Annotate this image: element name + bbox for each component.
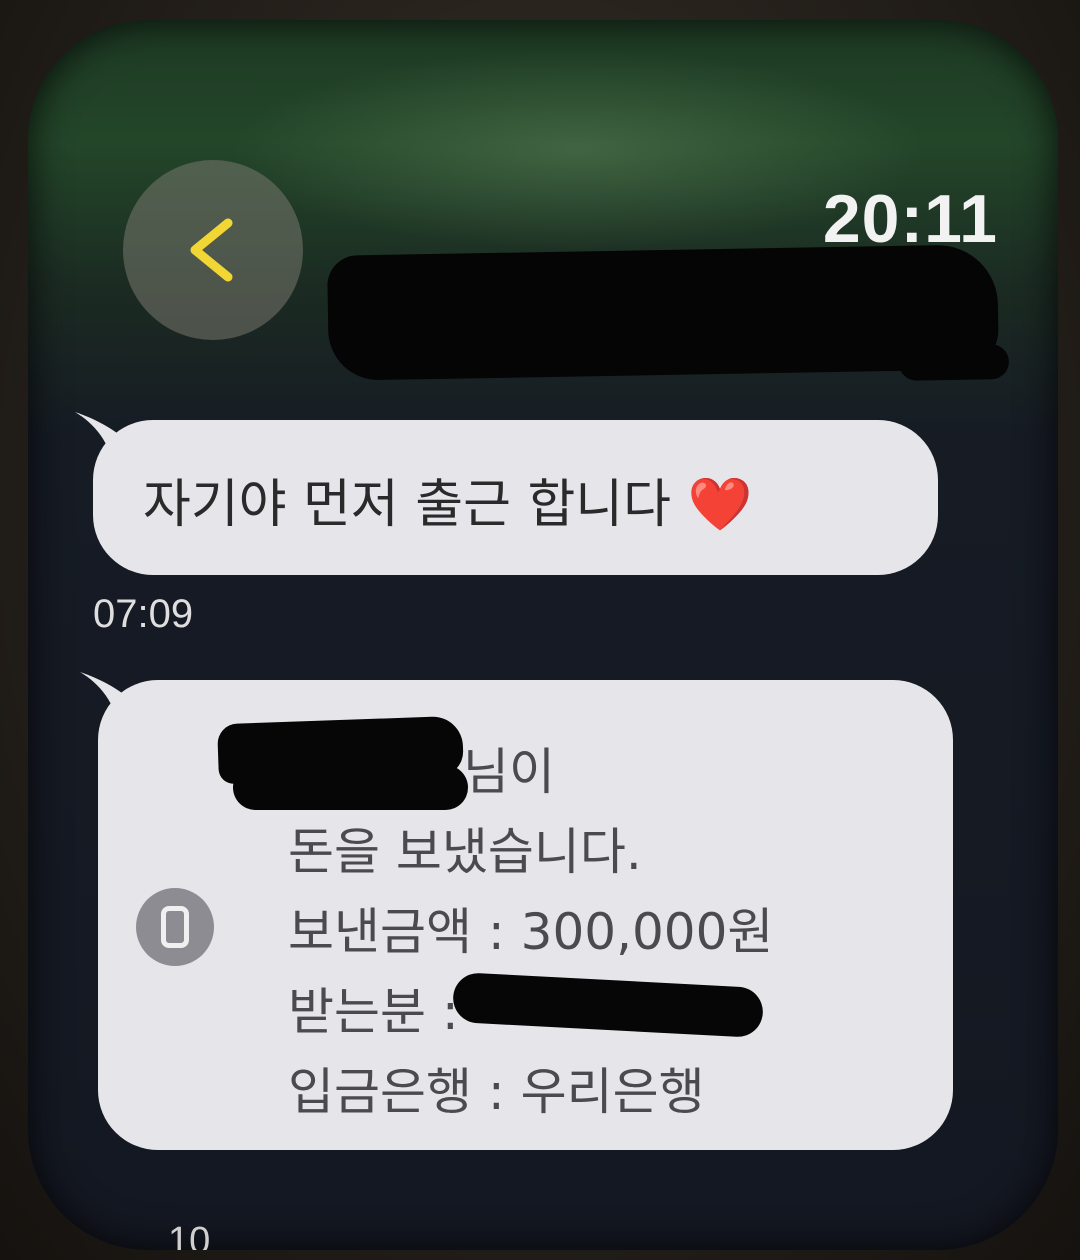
message-timestamp: 07:09 <box>93 592 194 636</box>
photo-background: 20:11 자기야 먼저 출근 합니다 ❤️ 07:09 님이 돈을 보냈습니다… <box>0 0 1080 1260</box>
sender-suffix: 님이 <box>463 743 555 801</box>
back-button[interactable] <box>123 160 303 340</box>
bank-line: 입금은행 : 우리은행 <box>288 1063 705 1121</box>
heart-emoji: ❤️ <box>687 475 753 535</box>
message-text: 자기야 먼저 출근 합니다 ❤️ <box>143 462 752 537</box>
redacted-recipient-name <box>451 971 765 1039</box>
amount-line: 보낸금액 : 300,000원 <box>288 903 774 961</box>
phone-icon <box>136 888 214 966</box>
sent-line: 돈을 보냈습니다. <box>288 823 642 881</box>
bubble-tail <box>80 672 150 732</box>
redacted-sender-name-2 <box>233 765 468 810</box>
message-bubble[interactable]: 자기야 먼저 출근 합니다 ❤️ <box>75 412 938 575</box>
message-text-body: 자기야 먼저 출근 합니다 <box>143 475 671 535</box>
message-timestamp-2: 10 <box>168 1220 211 1250</box>
watch-screen: 20:11 자기야 먼저 출근 합니다 ❤️ 07:09 님이 돈을 보냈습니다… <box>28 20 1058 1250</box>
transfer-message-bubble[interactable]: 님이 돈을 보냈습니다. 보낸금액 : 300,000원 받는분 : 입금은행 … <box>80 672 953 1150</box>
redacted-contact-name <box>326 244 1000 381</box>
chevron-left-icon <box>190 218 233 282</box>
recipient-line: 받는분 : <box>288 983 459 1041</box>
bubble-tail <box>75 412 145 472</box>
